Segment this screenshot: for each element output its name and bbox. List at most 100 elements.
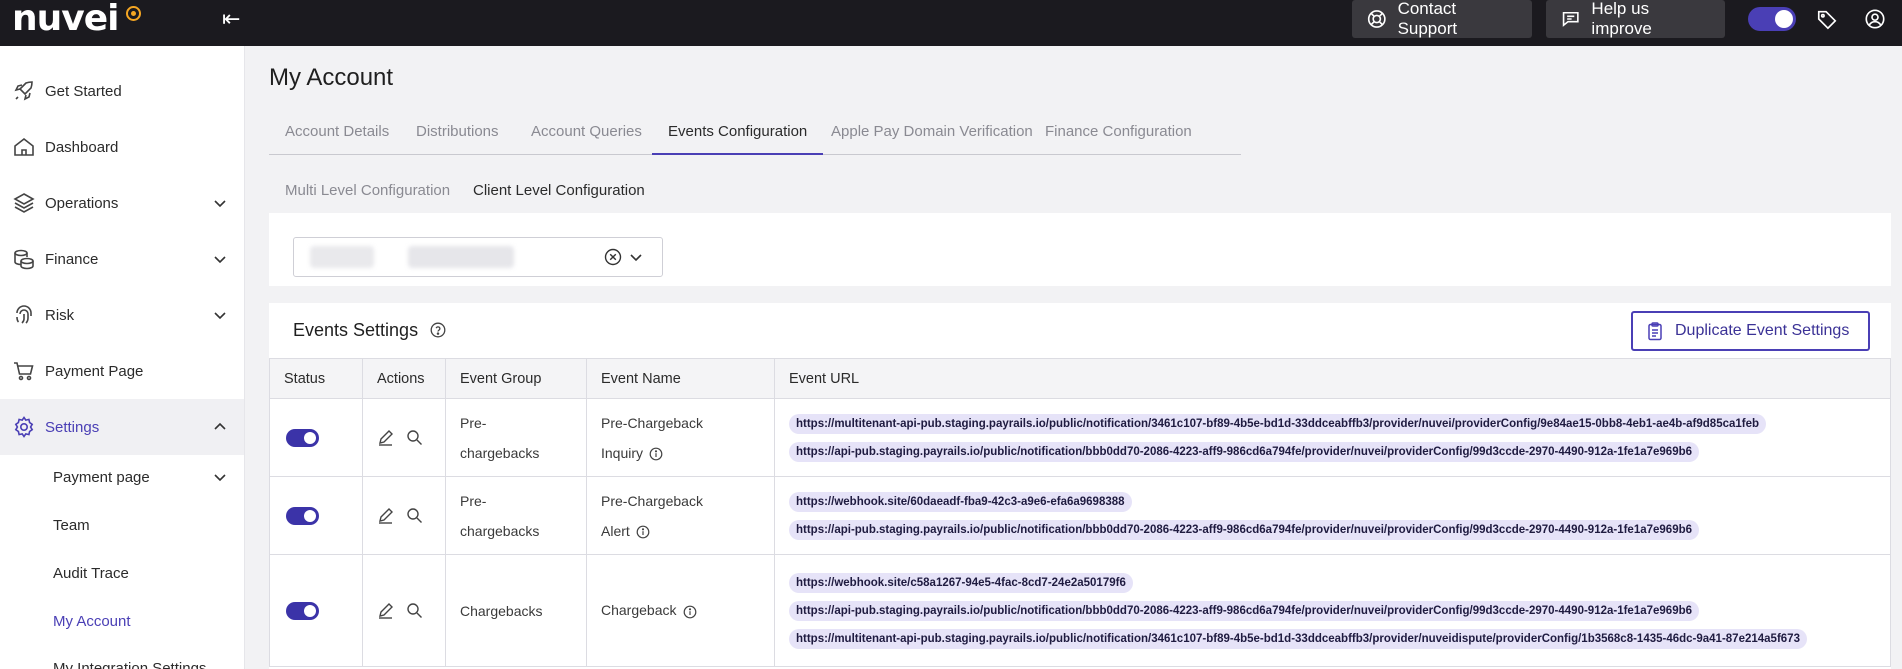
collapse-sidebar-icon[interactable]: ⇤ bbox=[222, 6, 240, 32]
events-table: Status Actions Event Group Event Name Ev… bbox=[269, 358, 1891, 667]
sidebar-item-payment-page[interactable]: Payment Page bbox=[0, 343, 244, 399]
sidebar-item-operations[interactable]: Operations bbox=[0, 175, 244, 231]
event-name-line: Alert bbox=[601, 522, 630, 539]
redacted-value bbox=[310, 246, 374, 268]
sidebar-item-risk[interactable]: Risk bbox=[0, 287, 244, 343]
tab-distributions[interactable]: Distributions bbox=[400, 118, 515, 155]
rocket-icon bbox=[14, 81, 33, 101]
sidebar-item-get-started[interactable]: Get Started bbox=[0, 63, 244, 119]
home-icon bbox=[14, 137, 34, 156]
status-toggle[interactable] bbox=[286, 506, 319, 525]
tag-icon[interactable] bbox=[1816, 8, 1838, 30]
edit-icon[interactable] bbox=[377, 507, 394, 525]
tab-finance-configuration[interactable]: Finance Configuration bbox=[1029, 118, 1208, 155]
clear-icon[interactable] bbox=[604, 248, 622, 266]
event-url-chip[interactable]: https://multitenant-api-pub.staging.payr… bbox=[789, 413, 1767, 434]
event-url-cell: https://webhook.site/c58a1267-94e5-4fac-… bbox=[774, 554, 1891, 667]
page-title: My Account bbox=[269, 64, 394, 91]
help-icon[interactable] bbox=[430, 322, 446, 338]
event-url-chip[interactable]: https://webhook.site/c58a1267-94e5-4fac-… bbox=[789, 572, 1133, 593]
config-subtabs: Multi Level Configuration Client Level C… bbox=[269, 179, 664, 216]
tab-account-details[interactable]: Account Details bbox=[269, 118, 405, 155]
event-url-cell: https://webhook.site/60daeadf-fba9-42c3-… bbox=[774, 476, 1891, 555]
theme-toggle[interactable] bbox=[1748, 7, 1796, 31]
client-select[interactable] bbox=[293, 237, 663, 277]
column-header-event-group: Event Group bbox=[445, 358, 587, 399]
event-group-cell: Pre- chargebacks bbox=[445, 398, 587, 477]
status-cell bbox=[269, 554, 363, 667]
status-toggle[interactable] bbox=[286, 428, 319, 447]
status-cell bbox=[269, 398, 363, 477]
top-bar: nuvei ⇤ Contact Support Help us improve bbox=[0, 0, 1902, 46]
sidebar-item-label: Finance bbox=[45, 250, 99, 268]
subtab-multi-level-configuration[interactable]: Multi Level Configuration bbox=[269, 179, 466, 216]
fingerprint-icon bbox=[16, 305, 32, 324]
contact-support-button[interactable]: Contact Support bbox=[1352, 0, 1532, 38]
sidebar-subitem-my-account[interactable]: My Account bbox=[0, 597, 244, 645]
sidebar-item-label: Operations bbox=[45, 194, 119, 212]
chevron-down-icon bbox=[214, 474, 226, 482]
status-cell bbox=[269, 476, 363, 555]
brand-logo-mark bbox=[126, 6, 141, 21]
feedback-icon bbox=[1562, 11, 1579, 27]
chevron-down-icon[interactable] bbox=[628, 249, 644, 265]
main-content: My Account Account Details Distributions… bbox=[245, 46, 1902, 669]
table-row: Chargebacks Chargeback https://webhook.s… bbox=[269, 554, 1891, 667]
sidebar-subitem-label: Payment page bbox=[53, 468, 150, 486]
help-improve-label: Help us improve bbox=[1591, 0, 1652, 38]
events-settings-title: Events Settings bbox=[293, 320, 419, 340]
tab-events-configuration[interactable]: Events Configuration bbox=[652, 118, 824, 155]
info-icon[interactable] bbox=[683, 605, 697, 619]
clipboard-icon bbox=[1648, 322, 1662, 341]
sidebar-subitem-label: My Integration Settings bbox=[53, 659, 207, 669]
tab-apple-pay-domain-verification[interactable]: Apple Pay Domain Verification bbox=[815, 118, 1049, 155]
user-account-icon[interactable] bbox=[1864, 8, 1886, 30]
brand-logo: nuvei bbox=[12, 0, 119, 39]
coins-icon bbox=[14, 249, 34, 270]
actions-cell bbox=[362, 398, 446, 477]
gear-icon bbox=[14, 416, 34, 438]
sidebar-item-finance[interactable]: Finance bbox=[0, 231, 244, 287]
sidebar-subitem-audit-trace[interactable]: Audit Trace bbox=[0, 549, 244, 597]
event-url-chip[interactable]: https://api-pub.staging.payrails.io/publ… bbox=[789, 600, 1700, 621]
info-icon[interactable] bbox=[636, 525, 650, 539]
layers-icon bbox=[13, 193, 35, 213]
table-row: Pre- chargebacks Pre-Chargeback Alert ht… bbox=[269, 476, 1891, 555]
sidebar-item-settings[interactable]: Settings bbox=[0, 399, 244, 455]
contact-support-label: Contact Support bbox=[1397, 0, 1458, 38]
duplicate-event-settings-button[interactable]: Duplicate Event Settings bbox=[1631, 311, 1870, 351]
search-icon[interactable] bbox=[406, 507, 423, 524]
tab-account-queries[interactable]: Account Queries bbox=[515, 118, 658, 155]
help-improve-button[interactable]: Help us improve bbox=[1546, 0, 1725, 38]
events-settings-panel: Events Settings Duplicate Event Settings… bbox=[269, 303, 1891, 669]
sidebar-subitem-my-integration-settings[interactable]: My Integration Settings bbox=[0, 644, 244, 669]
subtab-client-level-configuration[interactable]: Client Level Configuration bbox=[457, 179, 661, 216]
event-url-chip[interactable]: https://webhook.site/60daeadf-fba9-42c3-… bbox=[789, 491, 1132, 512]
event-url-chip[interactable]: https://api-pub.staging.payrails.io/publ… bbox=[789, 441, 1700, 462]
event-name-line: Pre-Chargeback bbox=[601, 492, 703, 509]
sidebar-subitem-label: Team bbox=[53, 516, 90, 534]
redacted-value bbox=[408, 246, 514, 268]
column-header-actions: Actions bbox=[362, 358, 446, 399]
event-name-line: Inquiry bbox=[601, 444, 644, 461]
info-icon[interactable] bbox=[649, 447, 663, 461]
column-header-event-url: Event URL bbox=[774, 358, 1891, 399]
cart-icon bbox=[14, 362, 34, 381]
event-group-line: chargebacks bbox=[460, 444, 540, 461]
event-name-cell: Pre-Chargeback Alert bbox=[586, 476, 775, 555]
actions-cell bbox=[362, 554, 446, 667]
event-name-line: Pre-Chargeback bbox=[601, 414, 703, 431]
event-url-chip[interactable]: https://api-pub.staging.payrails.io/publ… bbox=[789, 519, 1700, 540]
status-toggle[interactable] bbox=[286, 601, 319, 620]
sidebar-item-dashboard[interactable]: Dashboard bbox=[0, 119, 244, 175]
event-group-line: Pre- bbox=[460, 492, 487, 509]
edit-icon[interactable] bbox=[377, 429, 394, 447]
table-header-row: Status Actions Event Group Event Name Ev… bbox=[269, 358, 1891, 399]
event-name-line: Chargeback bbox=[601, 602, 677, 619]
search-icon[interactable] bbox=[406, 429, 423, 446]
event-url-chip[interactable]: https://multitenant-api-pub.staging.payr… bbox=[789, 628, 1807, 649]
search-icon[interactable] bbox=[406, 602, 423, 619]
edit-icon[interactable] bbox=[377, 602, 394, 620]
sidebar-subitem-team[interactable]: Team bbox=[0, 501, 244, 549]
sidebar-subitem-payment-page[interactable]: Payment page bbox=[0, 453, 244, 501]
